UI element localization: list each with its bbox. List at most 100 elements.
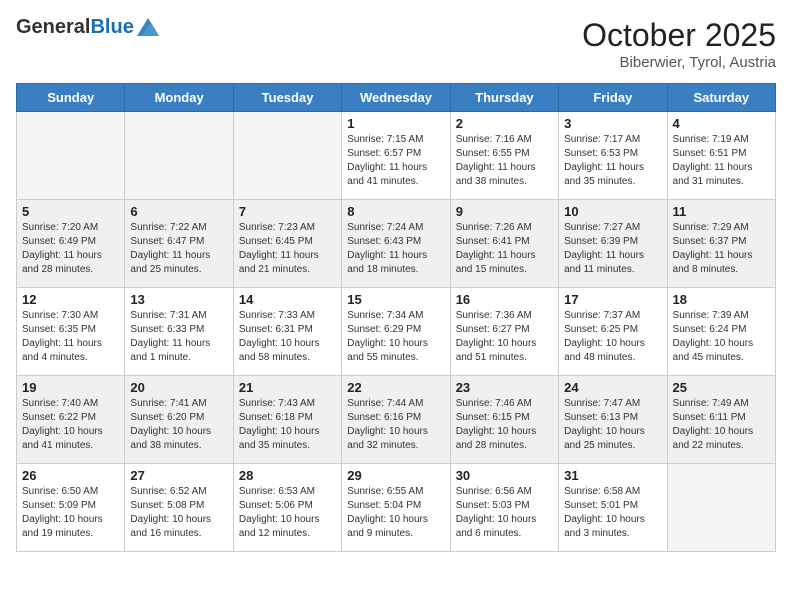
day-info: Sunrise: 7:49 AM Sunset: 6:11 PM Dayligh… xyxy=(673,397,770,453)
day-info: Sunrise: 7:36 AM Sunset: 6:27 PM Dayligh… xyxy=(456,309,553,365)
day-number: 3 xyxy=(564,116,661,131)
calendar-table: Sunday Monday Tuesday Wednesday Thursday… xyxy=(16,83,776,552)
day-number: 23 xyxy=(456,380,553,395)
day-info: Sunrise: 7:37 AM Sunset: 6:25 PM Dayligh… xyxy=(564,309,661,365)
day-number: 31 xyxy=(564,468,661,483)
table-row: 6Sunrise: 7:22 AM Sunset: 6:47 PM Daylig… xyxy=(125,200,233,288)
header-wednesday: Wednesday xyxy=(342,84,450,112)
table-row: 19Sunrise: 7:40 AM Sunset: 6:22 PM Dayli… xyxy=(17,376,125,464)
calendar-week-row: 12 Sunrise: 7:30 AM Sunset: 6:35 PM Dayli… xyxy=(17,288,776,376)
calendar-page: GeneralBlue October 2025 Biberwier, Tyro… xyxy=(0,0,792,568)
day-info: Sunrise: 7:15 AM Sunset: 6:57 PM Dayligh… xyxy=(347,133,444,189)
weekday-header-row: Sunday Monday Tuesday Wednesday Thursday… xyxy=(17,84,776,112)
day-number: 10 xyxy=(564,204,661,219)
table-row xyxy=(17,112,125,200)
header: GeneralBlue October 2025 Biberwier, Tyro… xyxy=(16,16,776,71)
day-info: Sunrise: 7:44 AM Sunset: 6:16 PM Dayligh… xyxy=(347,397,444,453)
logo-icon xyxy=(137,18,159,36)
day-number: 9 xyxy=(456,204,553,219)
table-row: 4 Sunrise: 7:19 AM Sunset: 6:51 PM Daylig… xyxy=(667,112,775,200)
day-number: 2 xyxy=(456,116,553,131)
table-row: 13Sunrise: 7:31 AM Sunset: 6:33 PM Dayli… xyxy=(125,288,233,376)
table-row: 18 Sunrise: 7:39 AM Sunset: 6:24 PM Dayli… xyxy=(667,288,775,376)
header-saturday: Saturday xyxy=(667,84,775,112)
table-row: 20 Sunrise: 7:41 AM Sunset: 6:20 PM Dayli… xyxy=(125,376,233,464)
month-title: October 2025 xyxy=(582,16,776,54)
table-row xyxy=(125,112,233,200)
table-row: 25 Sunrise: 7:49 AM Sunset: 6:11 PM Dayli… xyxy=(667,376,775,464)
table-row: 8 Sunrise: 7:24 AM Sunset: 6:43 PM Daylig… xyxy=(342,200,450,288)
day-number: 17 xyxy=(564,292,661,307)
day-number: 14 xyxy=(239,292,336,307)
table-row: 14 Sunrise: 7:33 AM Sunset: 6:31 PM Dayli… xyxy=(233,288,341,376)
table-row: 2 Sunrise: 7:16 AM Sunset: 6:55 PM Daylig… xyxy=(450,112,558,200)
day-number: 8 xyxy=(347,204,444,219)
day-number: 7 xyxy=(239,204,336,219)
table-row: 29Sunrise: 6:55 AM Sunset: 5:04 PM Dayli… xyxy=(342,464,450,552)
day-number: 20 xyxy=(130,380,227,395)
table-row: 16 Sunrise: 7:36 AM Sunset: 6:27 PM Dayli… xyxy=(450,288,558,376)
day-info: Sunrise: 6:56 AM Sunset: 5:03 PM Dayligh… xyxy=(456,485,553,541)
day-number: 12 xyxy=(22,292,119,307)
day-info: Sunrise: 7:39 AM Sunset: 6:24 PM Dayligh… xyxy=(673,309,770,365)
day-info: Sunrise: 6:53 AM Sunset: 5:06 PM Dayligh… xyxy=(239,485,336,541)
table-row: 24 Sunrise: 7:47 AM Sunset: 6:13 PM Dayli… xyxy=(559,376,667,464)
table-row xyxy=(667,464,775,552)
logo-general: General xyxy=(16,16,90,38)
day-info: Sunrise: 6:55 AM Sunset: 5:04 PM Dayligh… xyxy=(347,485,444,541)
day-info: Sunrise: 7:33 AM Sunset: 6:31 PM Dayligh… xyxy=(239,309,336,365)
day-number: 5 xyxy=(22,204,119,219)
calendar-week-row: 19Sunrise: 7:40 AM Sunset: 6:22 PM Dayli… xyxy=(17,376,776,464)
table-row: 11 Sunrise: 7:29 AM Sunset: 6:37 PM Dayli… xyxy=(667,200,775,288)
logo-text: GeneralBlue xyxy=(16,16,134,38)
table-row: 23Sunrise: 7:46 AM Sunset: 6:15 PM Dayli… xyxy=(450,376,558,464)
day-info: Sunrise: 7:30 AM Sunset: 6:35 PM Dayligh… xyxy=(22,309,119,365)
day-info: Sunrise: 7:29 AM Sunset: 6:37 PM Dayligh… xyxy=(673,221,770,277)
day-number: 16 xyxy=(456,292,553,307)
table-row: 12 Sunrise: 7:30 AM Sunset: 6:35 PM Dayli… xyxy=(17,288,125,376)
day-info: Sunrise: 7:22 AM Sunset: 6:47 PM Dayligh… xyxy=(130,221,227,277)
day-number: 1 xyxy=(347,116,444,131)
title-section: October 2025 Biberwier, Tyrol, Austria xyxy=(582,16,776,71)
day-number: 21 xyxy=(239,380,336,395)
table-row: 7Sunrise: 7:23 AM Sunset: 6:45 PM Daylig… xyxy=(233,200,341,288)
day-info: Sunrise: 7:17 AM Sunset: 6:53 PM Dayligh… xyxy=(564,133,661,189)
table-row: 10Sunrise: 7:27 AM Sunset: 6:39 PM Dayli… xyxy=(559,200,667,288)
table-row: 27Sunrise: 6:52 AM Sunset: 5:08 PM Dayli… xyxy=(125,464,233,552)
header-monday: Monday xyxy=(125,84,233,112)
day-number: 25 xyxy=(673,380,770,395)
header-thursday: Thursday xyxy=(450,84,558,112)
day-number: 13 xyxy=(130,292,227,307)
day-number: 4 xyxy=(673,116,770,131)
day-info: Sunrise: 6:58 AM Sunset: 5:01 PM Dayligh… xyxy=(564,485,661,541)
day-info: Sunrise: 7:47 AM Sunset: 6:13 PM Dayligh… xyxy=(564,397,661,453)
day-info: Sunrise: 6:50 AM Sunset: 5:09 PM Dayligh… xyxy=(22,485,119,541)
header-sunday: Sunday xyxy=(17,84,125,112)
table-row: 30 Sunrise: 6:56 AM Sunset: 5:03 PM Dayli… xyxy=(450,464,558,552)
table-row: 17 Sunrise: 7:37 AM Sunset: 6:25 PM Dayli… xyxy=(559,288,667,376)
table-row: 21Sunrise: 7:43 AM Sunset: 6:18 PM Dayli… xyxy=(233,376,341,464)
calendar-week-row: 1 Sunrise: 7:15 AM Sunset: 6:57 PM Daylig… xyxy=(17,112,776,200)
header-tuesday: Tuesday xyxy=(233,84,341,112)
calendar-week-row: 5 Sunrise: 7:20 AM Sunset: 6:49 PM Daylig… xyxy=(17,200,776,288)
table-row: 9 Sunrise: 7:26 AM Sunset: 6:41 PM Daylig… xyxy=(450,200,558,288)
day-number: 28 xyxy=(239,468,336,483)
table-row: 1 Sunrise: 7:15 AM Sunset: 6:57 PM Daylig… xyxy=(342,112,450,200)
table-row: 28 Sunrise: 6:53 AM Sunset: 5:06 PM Dayli… xyxy=(233,464,341,552)
day-number: 15 xyxy=(347,292,444,307)
day-info: Sunrise: 7:26 AM Sunset: 6:41 PM Dayligh… xyxy=(456,221,553,277)
day-info: Sunrise: 7:19 AM Sunset: 6:51 PM Dayligh… xyxy=(673,133,770,189)
table-row xyxy=(233,112,341,200)
day-info: Sunrise: 7:24 AM Sunset: 6:43 PM Dayligh… xyxy=(347,221,444,277)
logo: GeneralBlue xyxy=(16,16,159,38)
day-info: Sunrise: 7:16 AM Sunset: 6:55 PM Dayligh… xyxy=(456,133,553,189)
day-info: Sunrise: 7:34 AM Sunset: 6:29 PM Dayligh… xyxy=(347,309,444,365)
day-info: Sunrise: 7:20 AM Sunset: 6:49 PM Dayligh… xyxy=(22,221,119,277)
day-number: 18 xyxy=(673,292,770,307)
day-info: Sunrise: 7:41 AM Sunset: 6:20 PM Dayligh… xyxy=(130,397,227,453)
day-number: 24 xyxy=(564,380,661,395)
location-subtitle: Biberwier, Tyrol, Austria xyxy=(582,54,776,71)
table-row: 31 Sunrise: 6:58 AM Sunset: 5:01 PM Dayli… xyxy=(559,464,667,552)
day-number: 30 xyxy=(456,468,553,483)
day-number: 11 xyxy=(673,204,770,219)
